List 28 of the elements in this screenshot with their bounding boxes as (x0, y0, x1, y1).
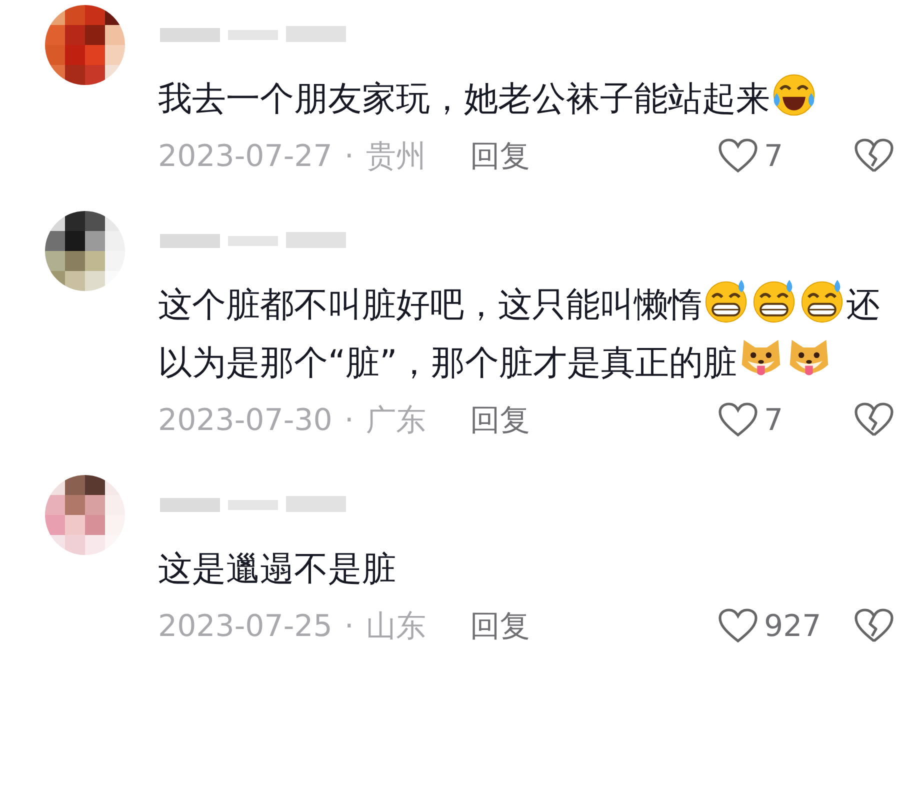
comment-text: 这是邋遢不是脏 (158, 548, 397, 591)
broken-heart-icon[interactable] (854, 608, 894, 644)
grinning-sweat-emoji-icon (799, 278, 845, 324)
reply-link[interactable]: 回复 (470, 400, 530, 440)
comment-text: 我去一个朋友家玩，她老公袜子能站起来 (158, 70, 888, 128)
like-heart-icon[interactable] (718, 608, 758, 644)
like-heart-icon[interactable] (718, 402, 758, 438)
comment-location: 广东 (366, 402, 426, 440)
comment-date: 2023-07-25 (158, 608, 332, 644)
like-count: 7 (764, 138, 784, 174)
broken-heart-icon[interactable] (854, 402, 894, 438)
like-heart-icon[interactable] (718, 138, 758, 174)
reply-link[interactable]: 回复 (470, 136, 530, 176)
laughing-tears-emoji-icon (771, 72, 817, 118)
comment-location: 贵州 (366, 138, 426, 176)
separator-dot: · (344, 608, 354, 644)
comment-text: 这个脏都不叫脏好吧，这只能叫懒惰 还以为是那个“脏”，那个脏才是真正的脏 (158, 276, 888, 392)
separator-dot: · (344, 138, 354, 174)
grinning-sweat-emoji-icon (751, 278, 797, 324)
comment-date: 2023-07-30 (158, 402, 332, 438)
broken-heart-icon[interactable] (854, 138, 894, 174)
like-count: 927 (764, 608, 822, 644)
comment-location: 山东 (366, 608, 426, 646)
reply-link[interactable]: 回复 (470, 606, 530, 646)
separator-dot: · (344, 402, 354, 438)
grinning-sweat-emoji-icon (703, 278, 749, 324)
comment-date: 2023-07-27 (158, 138, 332, 174)
like-count: 7 (764, 402, 784, 438)
